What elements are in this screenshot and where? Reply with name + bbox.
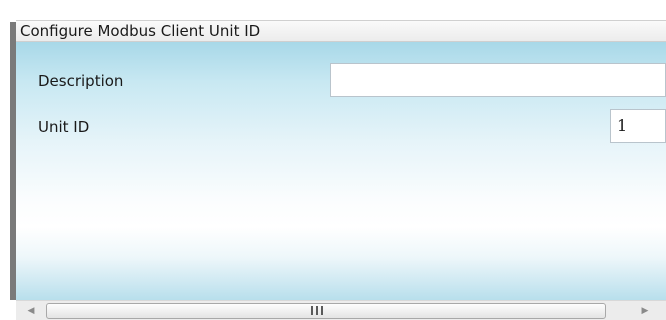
description-label: Description	[38, 72, 124, 90]
horizontal-scrollbar[interactable]: ◀ ▶	[16, 300, 666, 320]
unit-id-input[interactable]: 1	[610, 109, 666, 143]
unit-id-label: Unit ID	[38, 118, 90, 136]
grip-icon	[311, 306, 323, 315]
chevron-left-icon[interactable]: ◀	[24, 304, 38, 318]
config-window: Configure Modbus Client Unit ID Descript…	[0, 0, 666, 320]
chevron-right-icon[interactable]: ▶	[638, 304, 652, 318]
title-bar: Configure Modbus Client Unit ID	[16, 20, 666, 42]
form-panel: Description Unit ID 1	[16, 42, 666, 300]
description-input[interactable]	[330, 63, 666, 97]
scrollbar-thumb[interactable]	[46, 303, 606, 319]
dialog-title: Configure Modbus Client Unit ID	[20, 22, 261, 40]
